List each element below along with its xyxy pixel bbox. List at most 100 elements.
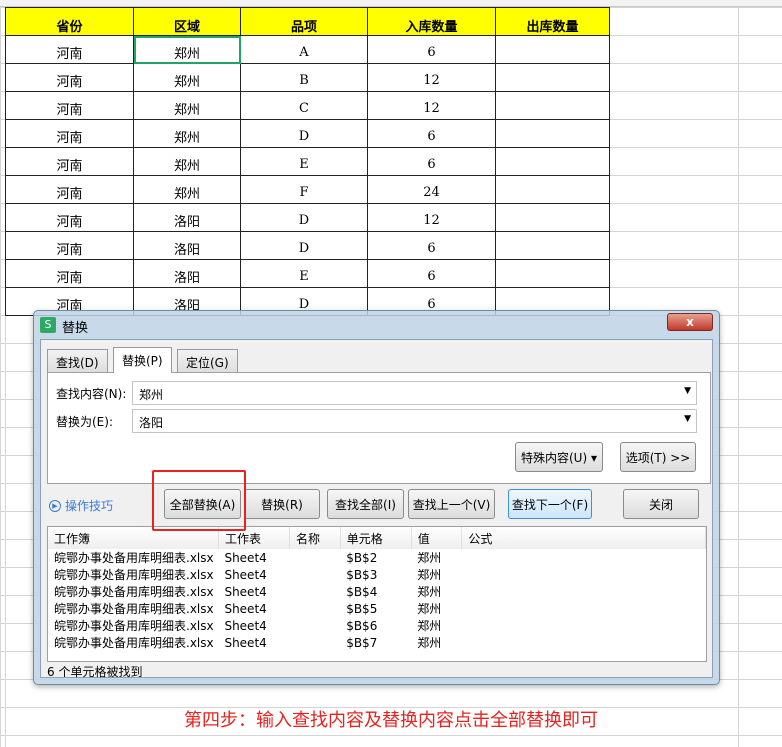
cell[interactable]: 郑州 (133, 35, 241, 64)
column-header[interactable]: 区域 (133, 7, 241, 36)
cell[interactable]: 郑州 (133, 91, 241, 120)
cell[interactable]: 河南 (5, 35, 134, 64)
header-row: 省份 区域 品项 入库数量 出库数量 (5, 7, 610, 36)
result-row[interactable]: 皖鄂办事处备用库明细表.xlsx Sheet4 $B$5 郑州 (48, 600, 706, 617)
dropdown-arrow-icon[interactable]: ▼ (684, 386, 691, 396)
replace-input[interactable]: 洛阳 ▼ (132, 409, 697, 433)
cell[interactable] (495, 259, 610, 288)
cell[interactable]: 洛阳 (133, 231, 241, 260)
table-row: 河南 洛阳 D 12 (5, 203, 610, 232)
cell[interactable]: 12 (367, 203, 496, 232)
result-row[interactable]: 皖鄂办事处备用库明细表.xlsx Sheet4 $B$3 郑州 (48, 566, 706, 583)
cell[interactable]: 河南 (5, 147, 134, 176)
cell[interactable] (495, 175, 610, 204)
cell[interactable]: 河南 (5, 259, 134, 288)
column-header[interactable]: 入库数量 (367, 7, 496, 36)
cell[interactable]: D (240, 119, 368, 148)
cell[interactable]: E (240, 147, 368, 176)
results-column-header[interactable]: 公式 (461, 527, 706, 549)
column-header[interactable]: 品项 (240, 7, 368, 36)
cell[interactable]: B (240, 63, 368, 92)
results-list[interactable]: 工作簿 工作表 名称 单元格值公式 皖鄂办事处备用库明细表.xlsx Sheet4 $B$… (47, 526, 707, 662)
result-cell: Sheet4 (224, 618, 267, 633)
cell[interactable]: F (240, 175, 368, 204)
result-cell (462, 617, 706, 634)
cell[interactable]: 12 (367, 63, 496, 92)
column-header[interactable]: 省份 (5, 7, 134, 36)
cell[interactable]: 河南 (5, 91, 134, 120)
result-cell (289, 549, 340, 566)
cell[interactable]: 6 (367, 147, 496, 176)
result-row[interactable]: 皖鄂办事处备用库明细表.xlsx Sheet4 $B$6 郑州 (48, 617, 706, 634)
cell[interactable]: A (240, 35, 368, 64)
cell[interactable]: 郑州 (133, 175, 241, 204)
result-cell: Sheet4 (224, 584, 267, 599)
result-cell: 郑州 (417, 568, 442, 582)
close-icon[interactable]: x (667, 313, 713, 331)
tab-goto[interactable]: 定位(G) (177, 349, 238, 372)
find-previous-button[interactable]: 查找上一个(V) (408, 489, 495, 519)
result-cell: $B$5 (346, 601, 378, 616)
tab-replace[interactable]: 替换(P) (113, 347, 172, 373)
cell[interactable] (495, 119, 610, 148)
tab-find[interactable]: 查找(D) (47, 349, 108, 372)
results-column-header[interactable]: 值 (411, 527, 463, 549)
cell[interactable] (495, 35, 610, 64)
cell[interactable]: 郑州 (133, 147, 241, 176)
result-row[interactable]: 皖鄂办事处备用库明细表.xlsx Sheet4 $B$4 郑州 (48, 583, 706, 600)
cell[interactable]: 河南 (5, 231, 134, 260)
cell[interactable]: 6 (367, 35, 496, 64)
cell[interactable] (495, 147, 610, 176)
result-cell: Sheet4 (224, 567, 267, 582)
dialog-title: 替换 (62, 321, 89, 336)
result-cell (462, 583, 706, 600)
cell[interactable] (495, 231, 610, 260)
result-cell (289, 634, 340, 651)
find-all-button[interactable]: 查找全部(I) (327, 489, 404, 519)
highlight-box (152, 470, 246, 531)
column-header[interactable]: 出库数量 (495, 7, 610, 36)
result-cell: 皖鄂办事处备用库明细表.xlsx (54, 636, 214, 650)
cell[interactable]: 6 (367, 231, 496, 260)
table-row: 河南 郑州 E 6 (5, 147, 610, 176)
result-cell: $B$2 (346, 550, 378, 565)
cell[interactable]: 郑州 (133, 63, 241, 92)
cell[interactable]: D (240, 203, 368, 232)
cell[interactable]: D (240, 231, 368, 260)
close-button[interactable]: 关闭 (623, 489, 699, 519)
find-next-button[interactable]: 查找下一个(F) (508, 489, 592, 519)
cell[interactable]: 河南 (5, 203, 134, 232)
cell[interactable]: 河南 (5, 119, 134, 148)
status-text: 6 个单元格被找到 (47, 665, 143, 679)
options-button[interactable]: 选项(T) >> (620, 442, 696, 472)
special-content-button[interactable]: 特殊内容(U) ▾ (515, 442, 603, 472)
result-cell: 皖鄂办事处备用库明细表.xlsx (54, 619, 214, 633)
cell[interactable]: 洛阳 (133, 203, 241, 232)
cell[interactable]: 24 (367, 175, 496, 204)
table-row: 河南 郑州 C 12 (5, 91, 610, 120)
result-row[interactable]: 皖鄂办事处备用库明细表.xlsx Sheet4 $B$7 郑州 (48, 634, 706, 651)
result-cell (462, 566, 706, 583)
cell[interactable]: 河南 (5, 63, 134, 92)
find-input[interactable]: 郑州 ▼ (132, 381, 697, 405)
results-column-header[interactable]: 单元格 (340, 527, 412, 549)
cell[interactable] (495, 63, 610, 92)
tips-link[interactable]: ▶ 操作技巧 (49, 497, 113, 514)
results-column-header[interactable]: 名称 (289, 527, 341, 549)
play-icon: ▶ (49, 499, 61, 512)
cell[interactable]: 河南 (5, 175, 134, 204)
cell[interactable] (495, 203, 610, 232)
result-row[interactable]: 皖鄂办事处备用库明细表.xlsx Sheet4 $B$2 郑州 (48, 549, 706, 566)
cell[interactable]: C (240, 91, 368, 120)
dropdown-arrow-icon[interactable]: ▼ (684, 414, 691, 424)
cell[interactable]: 6 (367, 259, 496, 288)
cell[interactable]: 12 (367, 91, 496, 120)
cell[interactable]: 洛阳 (133, 259, 241, 288)
find-label: 查找内容(N): (56, 387, 127, 401)
result-cell (462, 549, 706, 566)
cell[interactable]: 郑州 (133, 119, 241, 148)
replace-button[interactable]: 替换(R) (244, 489, 320, 519)
cell[interactable] (495, 91, 610, 120)
cell[interactable]: E (240, 259, 368, 288)
cell[interactable]: 6 (367, 119, 496, 148)
